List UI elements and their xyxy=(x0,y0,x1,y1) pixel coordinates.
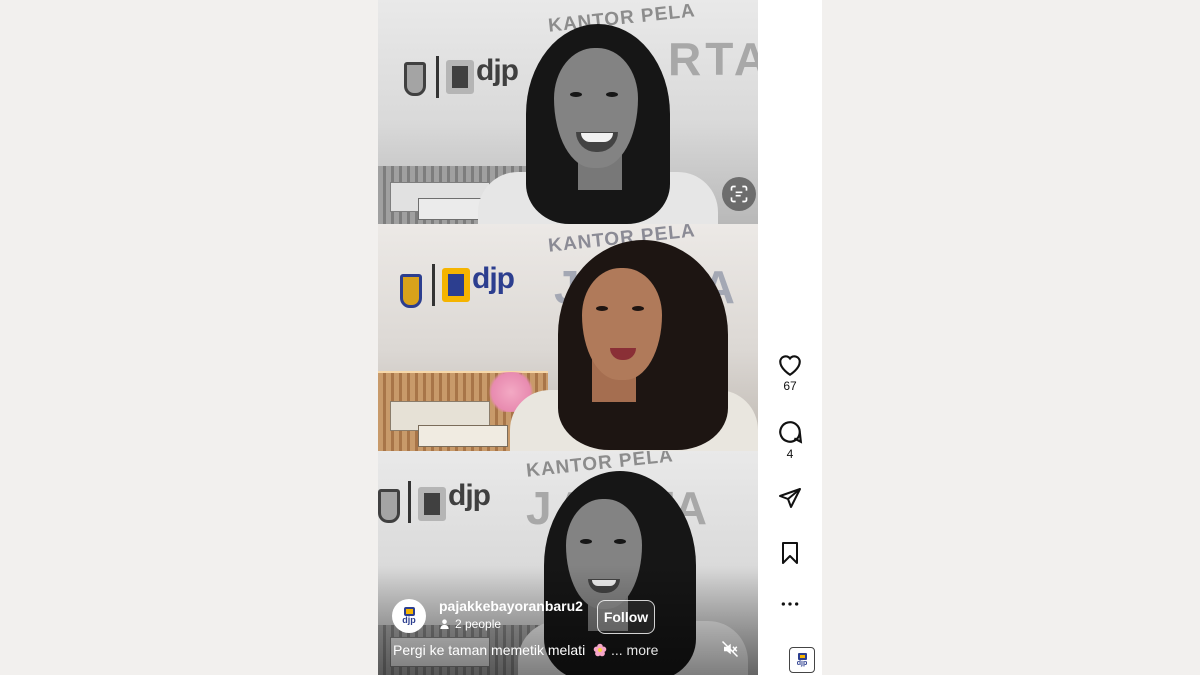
sign-logo-text: djp xyxy=(476,54,519,87)
more-icon xyxy=(781,602,799,606)
sign-letters: RTA xyxy=(668,33,758,85)
username-link[interactable]: pajakkebayoranbaru2 xyxy=(439,598,583,614)
video-frame-top: djp KANTOR PELA RTA xyxy=(378,0,758,224)
share-button[interactable] xyxy=(758,486,822,510)
save-button[interactable] xyxy=(758,541,822,565)
bookmark-icon xyxy=(782,542,798,564)
like-button[interactable]: 67 xyxy=(758,353,822,393)
more-options-button[interactable] xyxy=(758,594,822,614)
actions-sidebar: 67 4 djp xyxy=(758,0,822,675)
djp-logo-icon xyxy=(797,653,807,660)
caption[interactable]: Pergi ke taman memetik melati ... more xyxy=(393,642,658,658)
reel-video-player[interactable]: djp KANTOR PELA RTA djp KANTOR PELA djp … xyxy=(378,0,758,675)
comment-count: 4 xyxy=(786,447,794,461)
avatar-label: djp xyxy=(402,615,416,625)
sign-logo-text: djp xyxy=(472,262,515,295)
like-count: 67 xyxy=(783,379,797,393)
mute-button[interactable] xyxy=(717,636,743,662)
visual-search-button[interactable] xyxy=(722,177,756,211)
ministry-emblem-icon xyxy=(378,489,400,523)
person-icon xyxy=(440,619,449,630)
follow-button[interactable]: Follow xyxy=(597,600,655,634)
ministry-emblem-icon xyxy=(404,62,426,96)
comment-button[interactable]: 4 xyxy=(758,419,822,461)
caption-gradient xyxy=(378,565,758,675)
ministry-emblem-icon xyxy=(400,274,422,308)
profile-thumb-label: djp xyxy=(796,660,808,667)
heart-icon xyxy=(779,355,801,377)
avatar[interactable]: djp xyxy=(392,599,426,633)
muted-speaker-icon xyxy=(721,640,739,658)
comment-icon xyxy=(779,421,803,444)
video-frame-middle: djp KANTOR PELA JA RTA xyxy=(378,224,758,451)
collaborators-count[interactable]: 2 people xyxy=(439,617,501,631)
flower-emoji-icon xyxy=(593,643,607,657)
people-label: 2 people xyxy=(455,617,502,631)
more-link[interactable]: ... more xyxy=(611,642,658,658)
visual-search-icon xyxy=(730,185,748,203)
sign-logo-text: djp xyxy=(448,479,491,512)
audio-profile-thumbnail[interactable]: djp xyxy=(789,647,815,673)
send-icon xyxy=(779,488,801,508)
caption-text: Pergi ke taman memetik melati xyxy=(393,642,586,658)
